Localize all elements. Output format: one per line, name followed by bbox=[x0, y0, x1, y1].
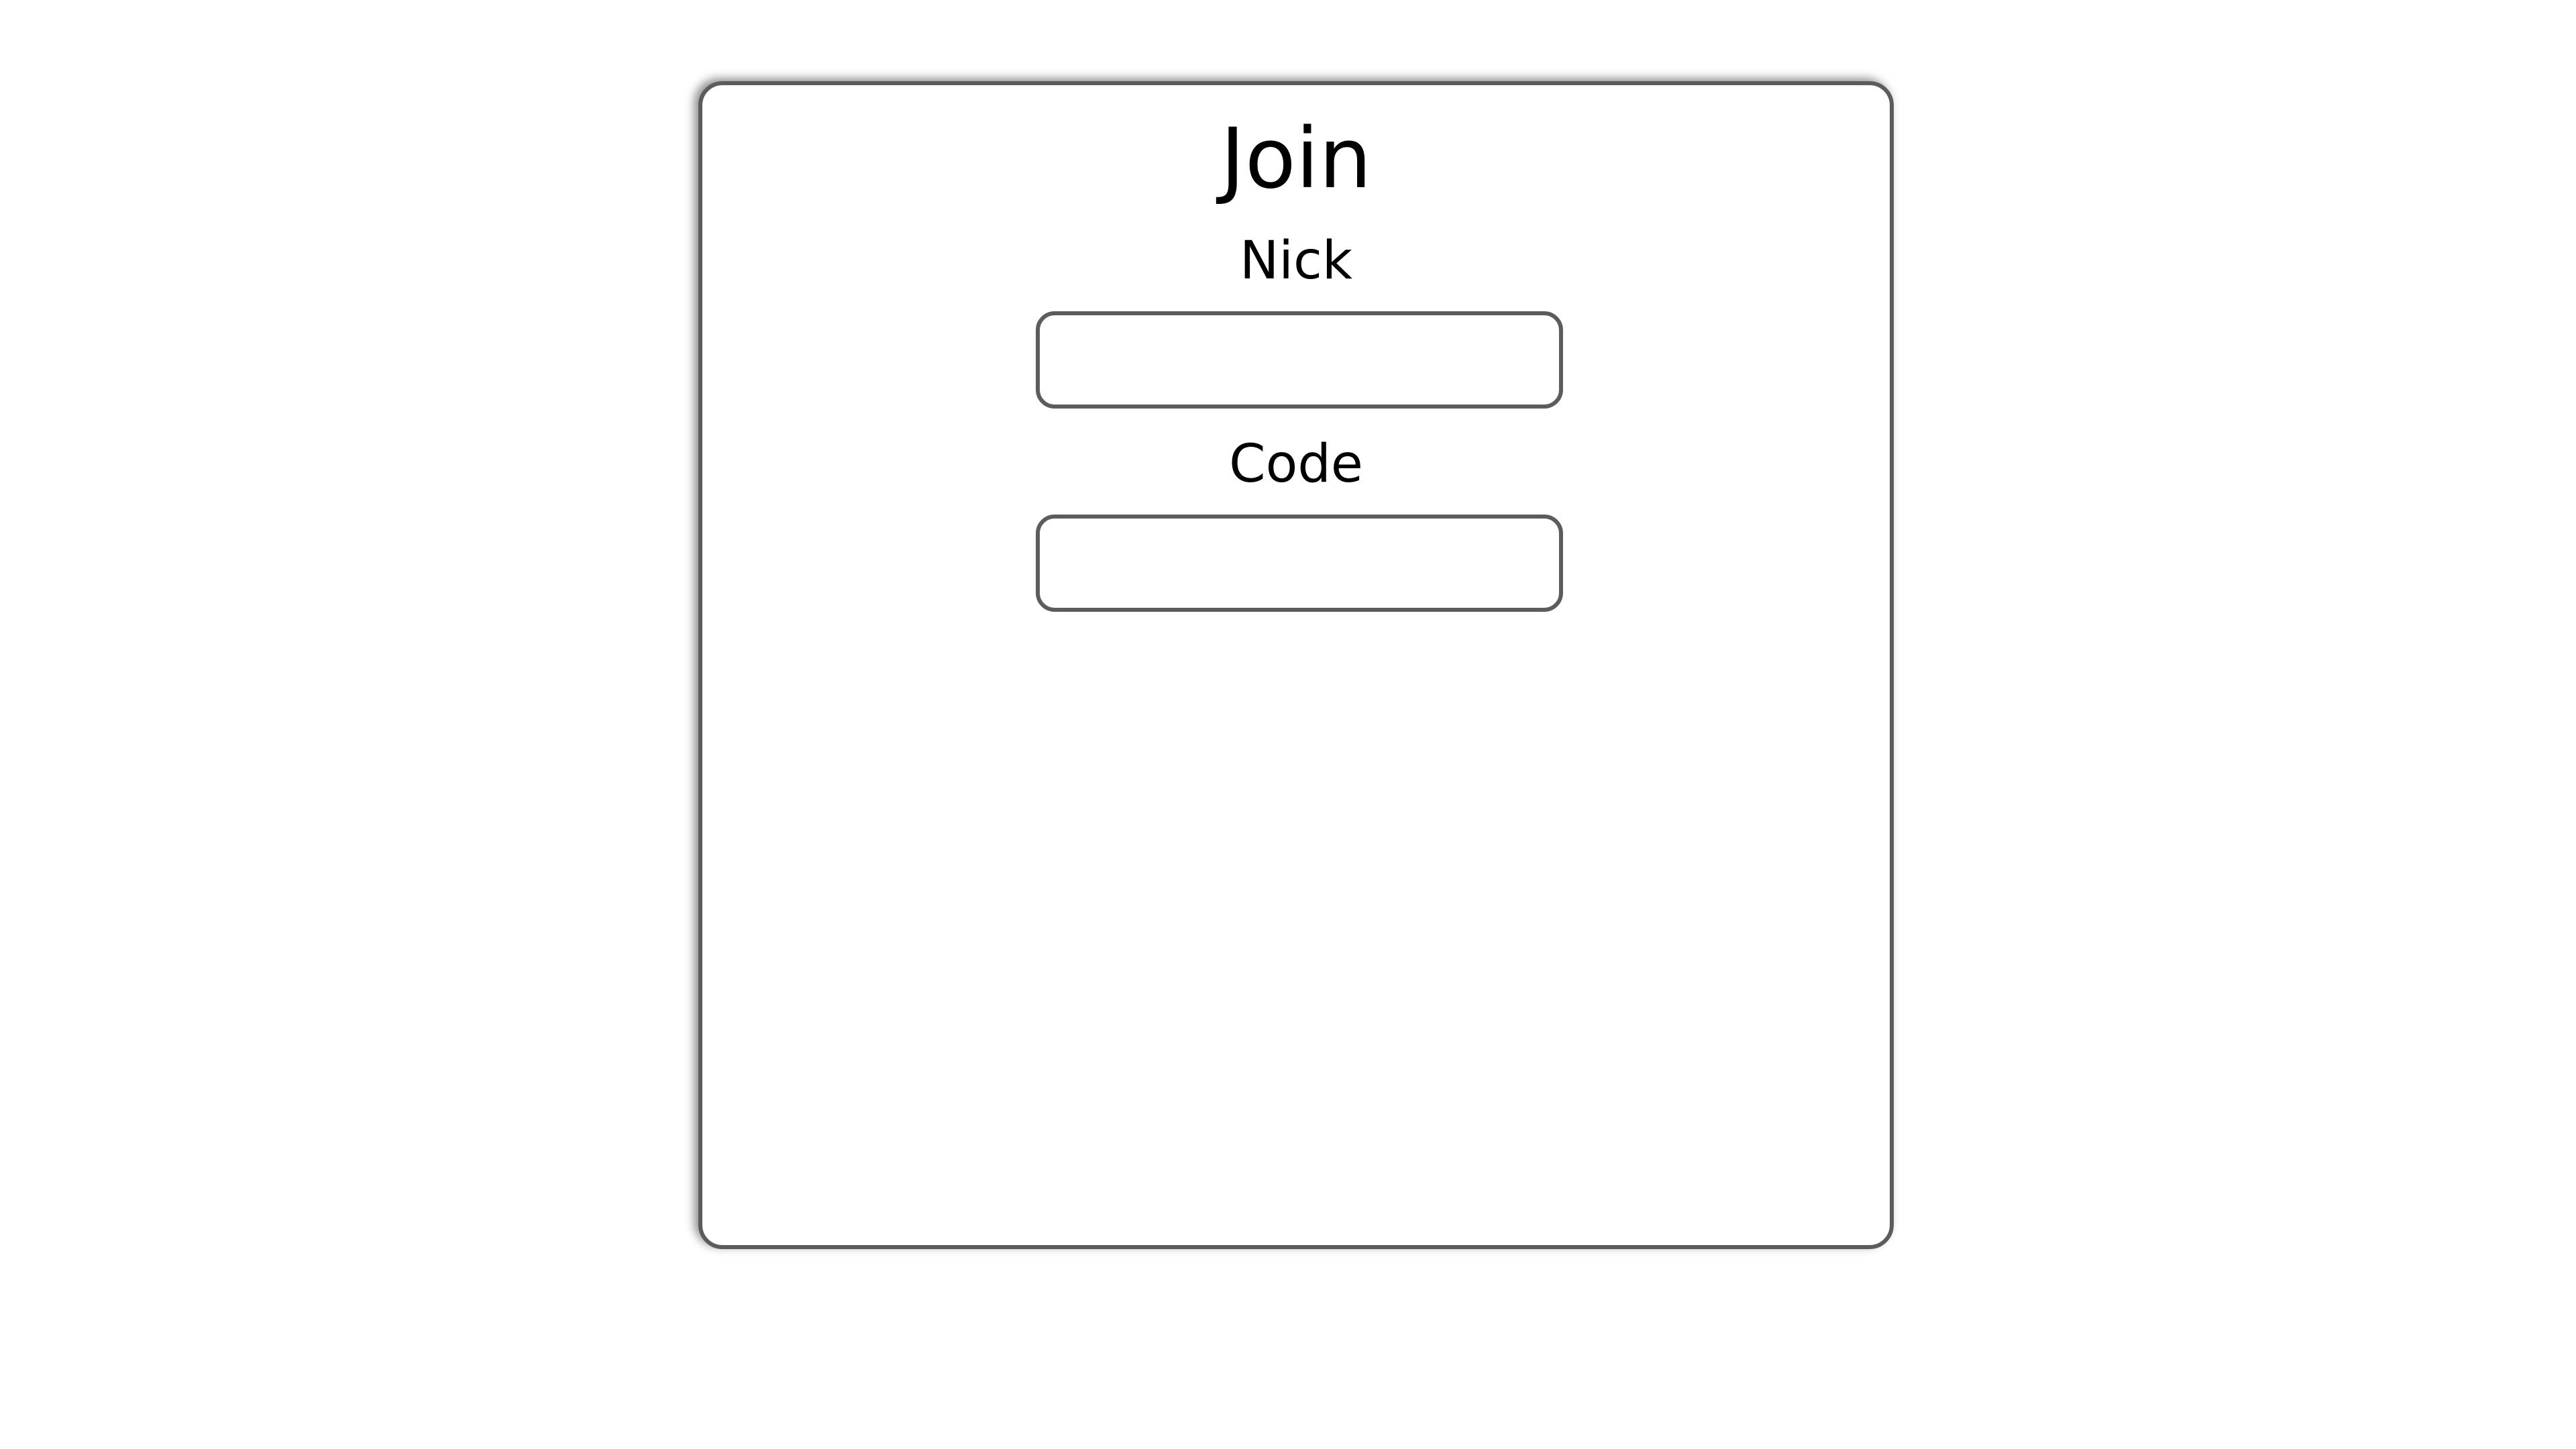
page: Join Nick Code bbox=[0, 0, 2576, 1449]
nick-input[interactable] bbox=[1036, 311, 1563, 409]
nick-label: Nick bbox=[1239, 231, 1353, 291]
code-label: Code bbox=[1229, 434, 1363, 494]
join-card: Join Nick Code bbox=[698, 81, 1894, 1249]
page-title: Join bbox=[1220, 111, 1372, 207]
code-input[interactable] bbox=[1036, 515, 1563, 612]
